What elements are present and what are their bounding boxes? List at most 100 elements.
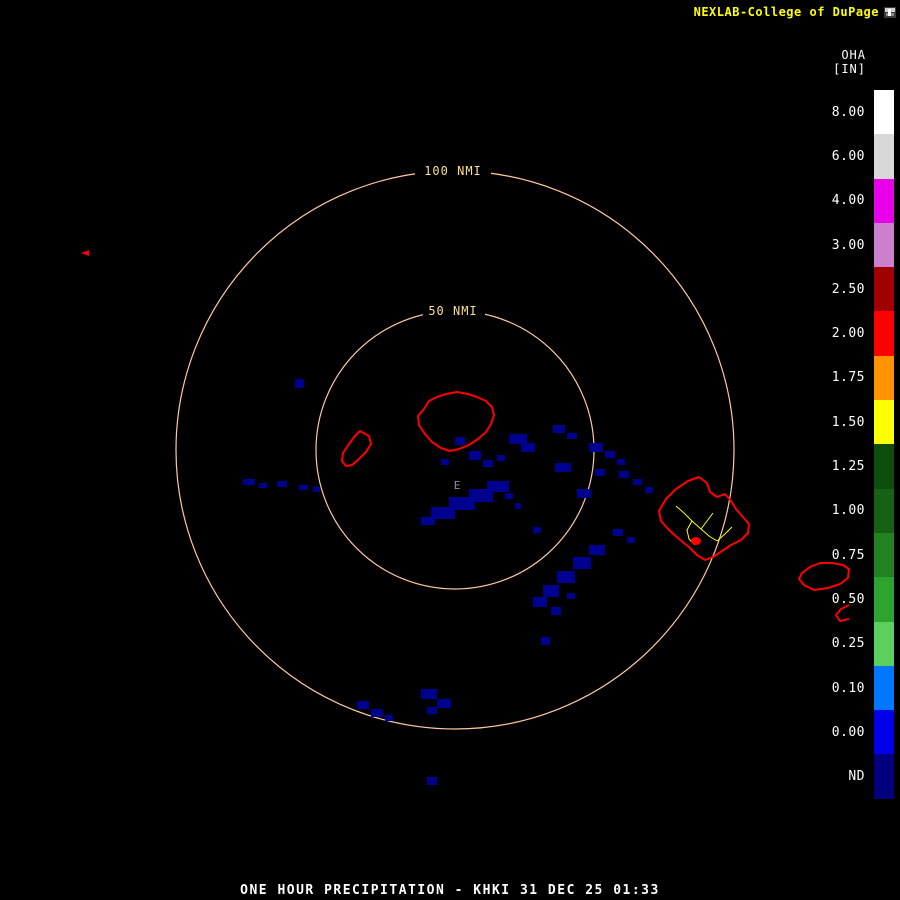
station-marker-label: E [454,479,461,492]
legend-row: 4.00 [831,178,894,223]
precip-echo [497,455,505,461]
precip-echo [441,459,449,465]
precip-echo [313,487,320,492]
island-niihau [341,430,372,467]
precip-echo [573,557,591,569]
legend-value-label: 2.00 [831,326,865,342]
precip-echo [483,460,493,467]
legend-color-swatch [874,621,894,666]
precip-echo [595,469,605,476]
precip-echo [427,777,437,785]
legend-color-swatch [874,178,894,223]
precip-echo [541,637,550,645]
legend-color-swatch [874,90,894,135]
legend-value-label: 6.00 [831,148,865,164]
cod-logo-icon [884,6,896,19]
legend-value-label: 0.75 [831,547,865,563]
precip-echo [567,433,577,439]
precip-echo [645,487,653,493]
precip-echo [543,585,559,597]
brand: NEXLAB-College of DuPage [694,5,896,19]
legend-row: ND [832,754,894,799]
legend-value-label: 0.00 [831,724,865,740]
legend-row: 1.50 [832,400,894,445]
precip-echo [533,597,547,607]
precip-echo [589,545,605,555]
legend-color-swatch [874,710,894,755]
precip-echo [617,459,625,465]
precip-echo [277,481,287,487]
legend-color-swatch [874,267,894,312]
brand-text: NEXLAB-College of DuPage [693,5,879,19]
legend-row: 1.75 [831,355,894,401]
legend-value-label: 0.10 [831,680,865,696]
legend-row: 1.25 [832,444,894,489]
precip-echo [437,699,451,708]
precip-echoes [243,379,653,785]
legend-color-swatch [874,311,894,356]
island-outlines [341,391,850,622]
legend-row: 2.00 [831,311,894,356]
legend-color-swatch [874,444,894,489]
precip-echo [421,517,435,525]
precip-echo [567,593,575,599]
precip-echo [577,489,591,498]
legend-value-label: 3.00 [831,237,865,253]
precip-echo [557,571,575,583]
legend-header: OHA [IN] [833,48,866,76]
ring-label-50nmi: 50 NMI [428,304,477,318]
legend-row: 0.50 [831,577,894,622]
legend-row: 2.50 [831,267,894,312]
precip-echo [299,485,308,490]
legend-row: 8.00 [831,90,894,135]
precip-echo [259,483,267,488]
legend-value-label: 0.25 [831,636,865,652]
legend-value-label: 2.50 [831,281,865,297]
precip-echo [371,709,383,717]
legend-row: 0.25 [831,621,894,666]
product-caption: ONE HOUR PRECIPITATION - KHKI 31 DEC 25 … [240,883,660,898]
precip-echo [421,689,437,699]
precip-echo [385,715,393,721]
island-oahu [658,476,750,561]
legend-row: 1.00 [831,488,894,533]
legend-value-label: 8.00 [831,104,865,120]
legend-value-label: 1.75 [831,370,865,386]
precip-echo [633,479,642,485]
legend-color-swatch [874,355,894,401]
legend-units: [IN] [833,62,866,76]
oahu-red-marker [691,537,701,545]
precip-echo [243,479,255,485]
range-ring-labels: 100 NMI 50 NMI [415,163,491,318]
precip-echo [515,503,521,509]
legend-color-swatch [874,754,894,799]
radar-screen: 100 NMI 50 NMI E NEXLAB-College of DuPag… [0,0,900,900]
legend-color-swatch [874,222,894,268]
precip-echo [455,437,465,445]
precip-echo [555,463,571,472]
left-edge-red-fragment [81,250,89,256]
legend-value-label: 0.50 [831,591,865,607]
precip-echo [619,471,629,478]
legend-color-swatch [874,577,894,622]
precip-echo [613,529,623,536]
precip-echo [553,425,565,433]
legend-color-swatch [874,488,894,533]
precip-echo [295,379,304,388]
precip-echo [427,707,437,714]
legend-value-label: ND [848,769,865,785]
precip-echo [533,527,541,533]
legend-row: 0.75 [831,532,894,578]
legend-row: 0.10 [831,665,894,711]
precip-echo [509,434,527,444]
legend-color-swatch [874,532,894,578]
legend: 8.00 6.00 4.00 3.00 2.50 2.00 1.75 1.50 1.25 1.00… [832,90,894,799]
precip-echo [521,443,535,452]
legend-value-label: 4.00 [831,193,865,209]
legend-color-swatch [874,400,894,445]
legend-value-label: 1.00 [831,503,865,519]
legend-title: OHA [841,48,866,62]
legend-row: 6.00 [831,134,894,179]
ring-label-100nmi: 100 NMI [424,164,482,178]
precip-echo [469,451,481,460]
